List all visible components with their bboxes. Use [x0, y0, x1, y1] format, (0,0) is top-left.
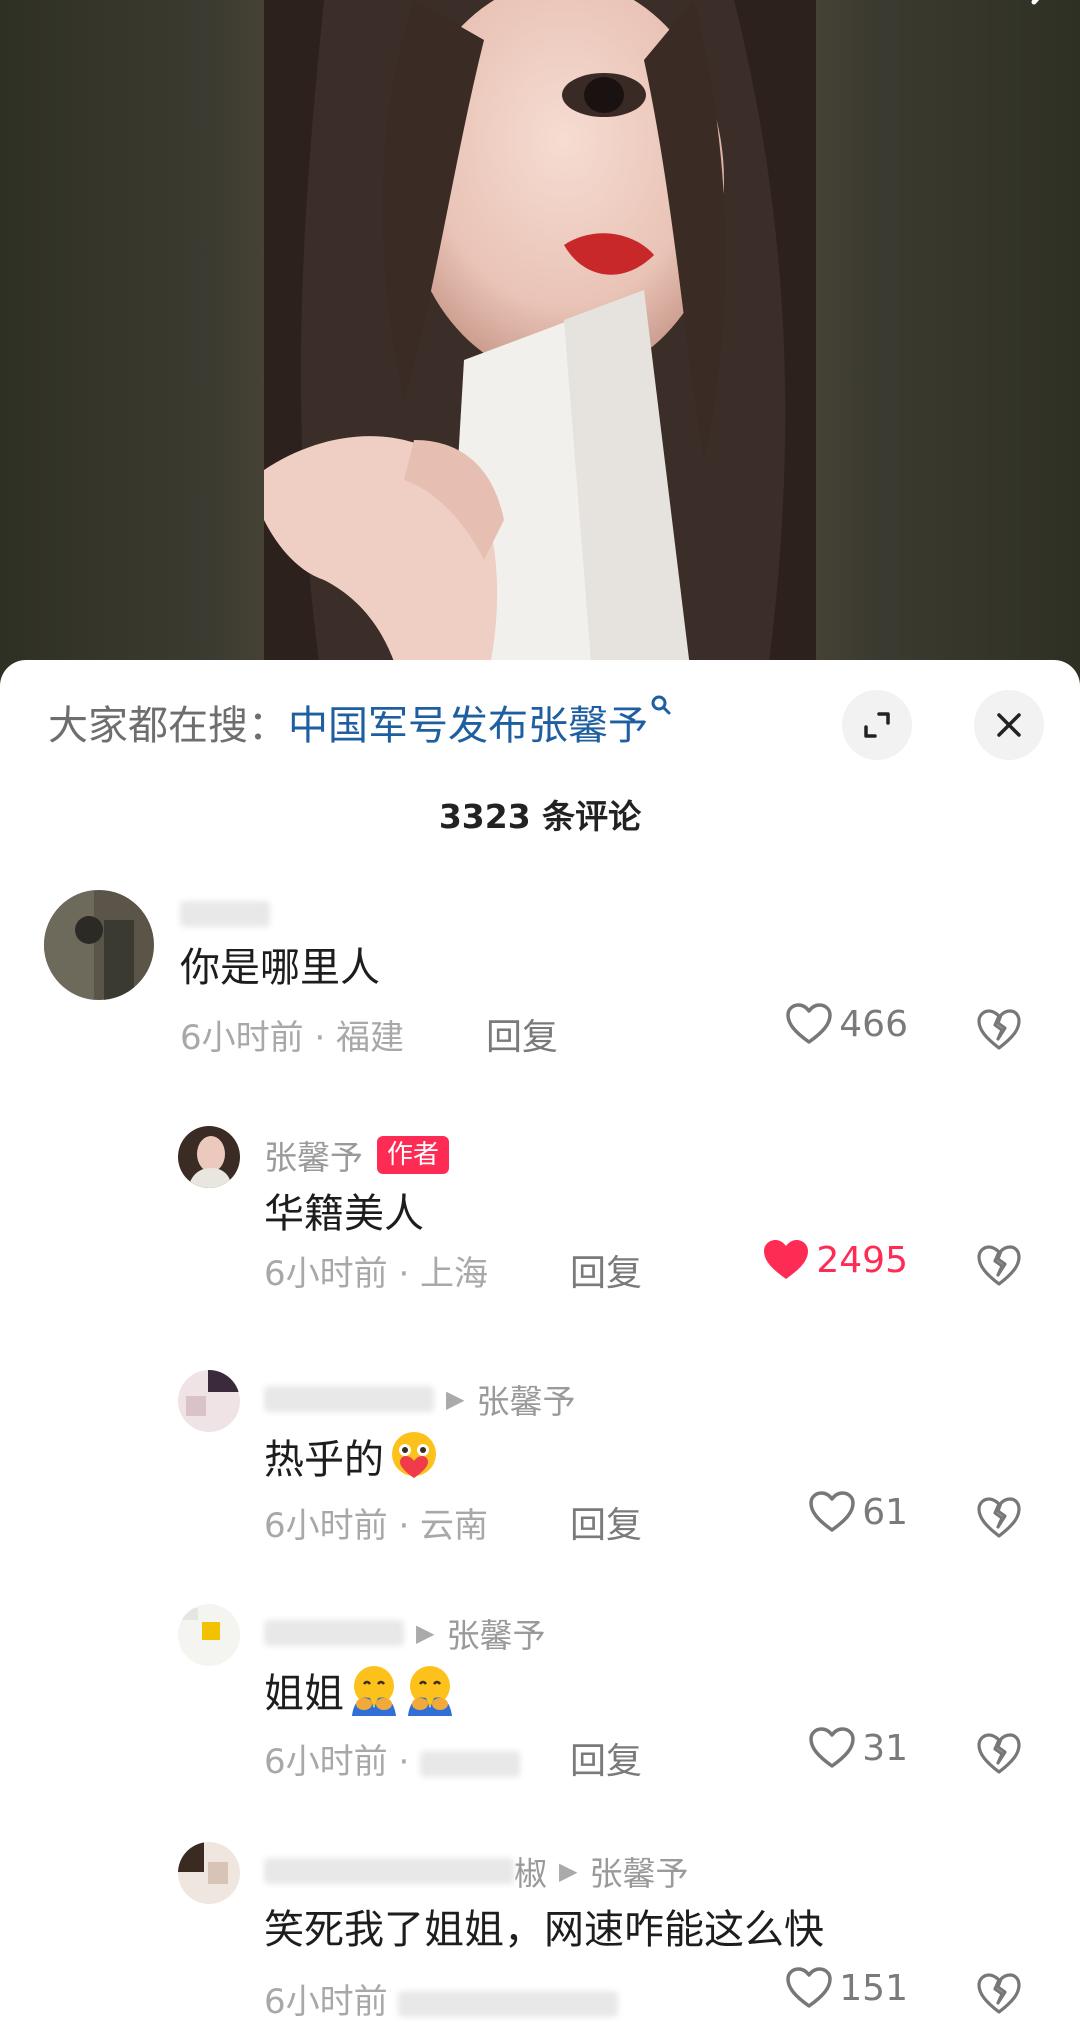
avatar[interactable]: [178, 1842, 240, 1904]
comment-count: 3323 条评论: [438, 797, 642, 836]
comment-sheet: 大家都在搜： 中国军号发布张馨予 3323 条评论 你是哪里人 6小时前 · 福…: [0, 660, 1080, 2038]
like-button[interactable]: 61: [808, 1490, 908, 1534]
like-button[interactable]: 2495: [762, 1238, 908, 1282]
search-icon: [650, 694, 672, 722]
username-redacted: [264, 1386, 434, 1412]
reply-button[interactable]: 回复: [486, 1008, 558, 1060]
close-button[interactable]: [974, 690, 1044, 760]
hugging-face-emoji: [408, 1666, 452, 1716]
like-button[interactable]: 151: [785, 1966, 908, 2010]
heart-outline-icon: [786, 1003, 833, 1044]
like-count: 2495: [816, 1239, 908, 1281]
hugging-face-emoji: [352, 1666, 396, 1716]
comment-text: 笑死我了姐姐，网速咋能这么快: [264, 1907, 824, 1953]
video-player[interactable]: [0, 0, 1080, 700]
search-suggestion[interactable]: 大家都在搜： 中国军号发布张馨予: [48, 693, 672, 751]
comment-username[interactable]: ▶ 张馨予: [264, 1376, 575, 1422]
reply-button[interactable]: 回复: [570, 1496, 642, 1548]
expand-icon: [864, 712, 890, 738]
reply-arrow-icon: ▶: [446, 1385, 465, 1413]
username-redacted: [180, 901, 270, 927]
comment-time-location: 6小时前 · 云南: [264, 1506, 489, 1546]
close-icon: [997, 713, 1021, 737]
reply-button[interactable]: 回复: [570, 1732, 642, 1784]
comment-time-location: 6小时前 · 福建: [180, 1018, 405, 1058]
comment-text: 热乎的: [264, 1426, 440, 1486]
like-count: 31: [862, 1727, 908, 1769]
video-blur-left: [0, 0, 264, 700]
broken-heart-icon[interactable]: [976, 1730, 1022, 1776]
reply-item: 张馨予 作者 华籍美人 6小时前 · 上海 回复 2495: [0, 1126, 1080, 1296]
author-badge: 作者: [377, 1136, 450, 1174]
comment-time-location: 6小时前 ·: [264, 1734, 521, 1783]
hug-face-heart-emoji: [392, 1432, 436, 1478]
back-arrow-icon[interactable]: [1020, 0, 1060, 16]
comment-text: 姐姐: [264, 1660, 456, 1720]
reply-arrow-icon: ▶: [559, 1857, 578, 1885]
avatar[interactable]: [178, 1126, 240, 1188]
avatar[interactable]: [44, 890, 154, 1000]
comment-time-location: 6小时前 · 上海: [264, 1254, 489, 1294]
search-suggestion-label: 大家都在搜：: [48, 703, 288, 749]
like-count: 466: [839, 1003, 908, 1045]
comment-item: 你是哪里人 6小时前 · 福建 回复 466: [0, 890, 1080, 1060]
video-blur-right: [816, 0, 1080, 700]
comment-username[interactable]: ▶ 张馨予: [264, 1610, 545, 1656]
reply-item: 椒 ▶ 张馨予 笑死我了姐姐，网速咋能这么快 6小时前 151: [0, 1842, 1080, 2038]
heart-outline-icon: [809, 1491, 855, 1532]
like-count: 61: [862, 1491, 908, 1533]
heart-outline-icon: [786, 1967, 833, 2008]
expand-button[interactable]: [842, 690, 912, 760]
heart-outline-icon: [809, 1727, 855, 1768]
video-frame: [264, 0, 816, 700]
comment-text: 华籍美人: [264, 1191, 424, 1237]
comment-username[interactable]: [180, 894, 270, 934]
comment-time-location: 6小时前: [264, 1974, 619, 2023]
search-suggestion-term[interactable]: 中国军号发布张馨予: [288, 693, 648, 751]
broken-heart-icon[interactable]: [976, 1242, 1022, 1288]
heart-filled-icon: [764, 1240, 809, 1279]
reply-item: ▶ 张馨予 姐姐 6小时前 · 回复 31: [0, 1604, 1080, 1782]
reply-item: ▶ 张馨予 热乎的 6小时前 · 云南 回复 61: [0, 1370, 1080, 1546]
reply-arrow-icon: ▶: [416, 1619, 435, 1647]
broken-heart-icon[interactable]: [976, 1006, 1022, 1052]
reply-button[interactable]: 回复: [570, 1244, 642, 1296]
username-redacted: [264, 1620, 404, 1646]
avatar[interactable]: [178, 1604, 240, 1666]
broken-heart-icon[interactable]: [976, 1970, 1022, 2016]
comment-username[interactable]: 张馨予 作者: [264, 1132, 450, 1178]
like-count: 151: [839, 1967, 908, 2009]
like-button[interactable]: 466: [785, 1002, 908, 1046]
avatar[interactable]: [178, 1370, 240, 1432]
location-redacted: [398, 1990, 619, 2017]
comment-username[interactable]: 椒 ▶ 张馨予: [264, 1848, 688, 1894]
location-redacted: [420, 1750, 521, 1777]
like-button[interactable]: 31: [808, 1726, 908, 1770]
comment-text: 你是哪里人: [180, 945, 380, 991]
username-redacted: [264, 1858, 514, 1884]
broken-heart-icon[interactable]: [976, 1494, 1022, 1540]
